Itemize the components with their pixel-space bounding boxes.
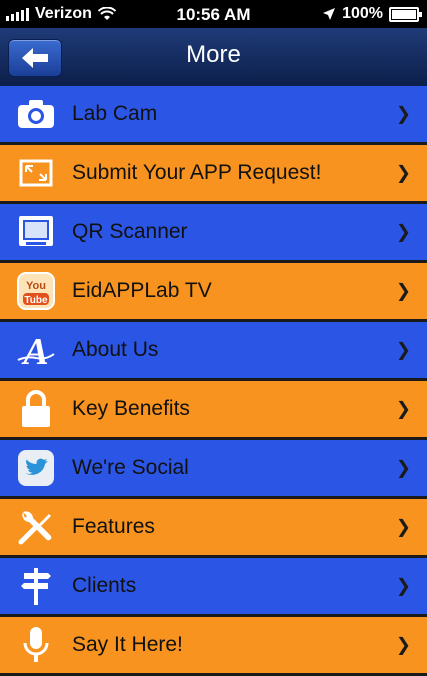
menu-item-were-social[interactable]: We're Social ❯: [0, 440, 427, 499]
chevron-right-icon: ❯: [395, 575, 411, 596]
page-title: More: [186, 41, 241, 68]
menu-item-say-it-here[interactable]: Say It Here! ❯: [0, 617, 427, 676]
menu-item-label: We're Social: [72, 456, 189, 479]
menu-item-label: EidAPPLab TV: [72, 279, 212, 302]
expand-icon: [16, 153, 56, 193]
letter-a-icon-text: A: [21, 331, 48, 370]
chevron-right-icon: ❯: [395, 162, 411, 183]
menu-item-label: Say It Here!: [72, 633, 183, 656]
letter-a-icon: A: [16, 330, 56, 370]
menu-item-label: QR Scanner: [72, 220, 188, 243]
menu-item-label: Clients: [72, 574, 137, 597]
lock-icon: [16, 389, 56, 429]
menu-item-label: Features: [72, 515, 155, 538]
chevron-right-icon: ❯: [395, 221, 411, 242]
chevron-right-icon: ❯: [395, 398, 411, 419]
navigation-bar: More: [0, 28, 427, 86]
menu-item-key-benefits[interactable]: Key Benefits ❯: [0, 381, 427, 440]
menu-item-clients[interactable]: Clients ❯: [0, 558, 427, 617]
youtube-icon: You Tube: [16, 271, 56, 311]
camera-icon: [16, 94, 56, 134]
menu-item-qr-scanner[interactable]: QR Scanner ❯: [0, 204, 427, 263]
chevron-right-icon: ❯: [395, 103, 411, 124]
microphone-icon: [16, 625, 56, 665]
chevron-right-icon: ❯: [395, 339, 411, 360]
menu-item-eidapplab-tv[interactable]: You Tube EidAPPLab TV ❯: [0, 263, 427, 322]
battery-percent: 100%: [342, 5, 383, 22]
location-arrow-icon: [323, 8, 336, 20]
chevron-right-icon: ❯: [395, 457, 411, 478]
menu-item-about-us[interactable]: A About Us ❯: [0, 322, 427, 381]
monitor-icon: [16, 212, 56, 252]
chevron-right-icon: ❯: [395, 516, 411, 537]
menu-item-label: About Us: [72, 338, 159, 361]
battery-icon: [389, 6, 422, 22]
signpost-icon: [16, 566, 56, 606]
status-bar: Verizon 10:56 AM 100%: [0, 0, 427, 28]
menu-item-features[interactable]: Features ❯: [0, 499, 427, 558]
menu-item-label: Submit Your APP Request!: [72, 161, 322, 184]
menu-item-lab-cam[interactable]: Lab Cam ❯: [0, 86, 427, 145]
tools-icon: [16, 507, 56, 547]
menu-item-label: Key Benefits: [72, 397, 190, 420]
menu-item-label: Lab Cam: [72, 102, 158, 125]
chevron-right-icon: ❯: [395, 634, 411, 655]
status-right: 100%: [322, 5, 422, 23]
menu-item-submit-app-request[interactable]: Submit Your APP Request! ❯: [0, 145, 427, 204]
twitter-bird-icon: [16, 448, 56, 488]
chevron-right-icon: ❯: [395, 280, 411, 301]
youtube-icon-text: You: [26, 280, 46, 292]
youtube-icon-text: Tube: [24, 295, 48, 306]
menu-list: Lab Cam ❯ Submit Your APP Request! ❯ QR …: [0, 86, 427, 676]
